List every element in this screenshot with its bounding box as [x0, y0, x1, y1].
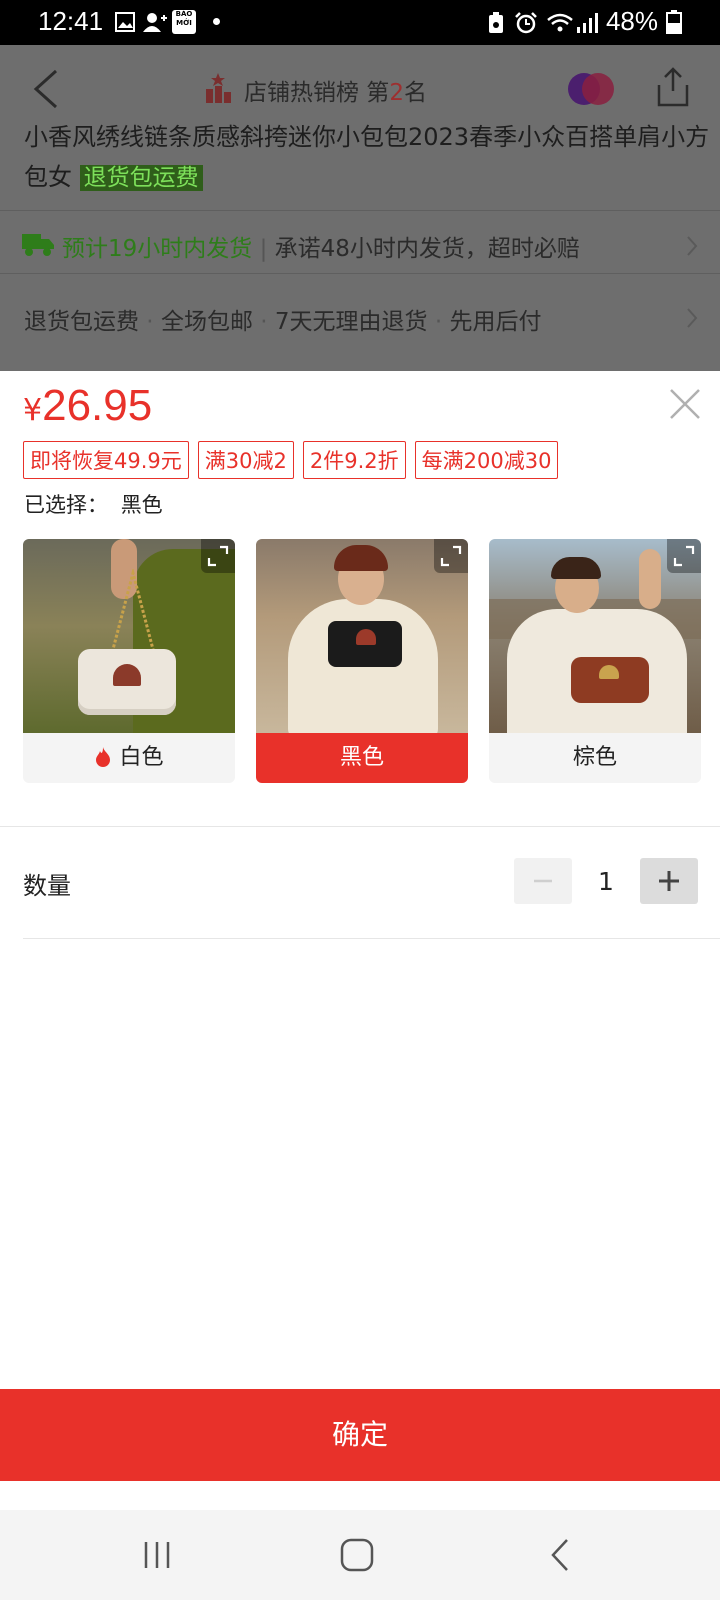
increase-button[interactable] — [640, 858, 698, 904]
variant-label-text: 棕色 — [572, 745, 617, 770]
chain-strap — [109, 569, 157, 658]
shipping-promise: 承诺48小时内发货，超时必赔 — [274, 236, 580, 262]
expand-icon[interactable] — [667, 539, 701, 573]
perk-item: 退货包运费 — [24, 309, 139, 335]
variant-photo-brown — [489, 539, 701, 733]
back-arrow-icon[interactable] — [32, 69, 60, 109]
variant-label: 棕色 — [489, 733, 701, 783]
variant-photo-black — [256, 539, 468, 733]
coupon-tag: 即将恢复49.9元 — [23, 441, 189, 479]
expand-icon[interactable] — [201, 539, 235, 573]
variant-label-text: 黑色 — [339, 745, 384, 770]
divider — [0, 210, 720, 211]
image-icon — [115, 12, 135, 32]
brand-logo-icon — [568, 73, 614, 105]
variant-white[interactable]: 白色 — [23, 539, 235, 783]
battery-icon — [666, 10, 682, 34]
recent-apps-icon[interactable] — [142, 1540, 172, 1570]
battery-percent: 48% — [605, 6, 658, 36]
quantity-value[interactable]: 1 — [572, 867, 640, 896]
selected-value: 黑色 — [120, 493, 163, 517]
quantity-label: 数量 — [23, 872, 71, 900]
return-shipping-tag: 退货包运费 — [79, 165, 203, 191]
alarm-icon — [515, 12, 537, 34]
quantity-stepper: 1 — [514, 858, 698, 904]
signal-icon — [577, 13, 598, 33]
baomoi-icon: BÁO MỚI — [172, 10, 196, 34]
coupon-tag: 满30减2 — [197, 441, 294, 479]
baomoi-text: BÁO MỚI — [175, 10, 193, 27]
wifi-icon — [547, 13, 573, 32]
ranking-icon — [206, 73, 231, 103]
back-icon[interactable] — [550, 1538, 570, 1572]
divider — [0, 273, 720, 274]
shipping-estimate: 预计19小时内发货 — [62, 236, 253, 262]
recycle-icon — [489, 12, 503, 33]
dot-icon — [213, 18, 220, 25]
expand-icon[interactable] — [434, 539, 468, 573]
hot-flame-icon — [96, 747, 111, 767]
perk-item: 7天无理由退货 — [274, 309, 428, 335]
selected-variant: 已选择： 黑色 — [24, 489, 163, 519]
chevron-right-icon — [687, 308, 698, 328]
selected-label: 已选择： — [24, 493, 108, 517]
rank-suffix: 名 — [403, 80, 427, 106]
minus-icon — [534, 879, 552, 883]
background-product-page[interactable]: 店铺热销榜 第2名 小香风绣线链条质感斜挎迷你小包包2023春季小众百搭单肩小方… — [0, 45, 720, 371]
store-rank[interactable]: 店铺热销榜 第2名 — [244, 73, 427, 107]
chevron-right-icon — [687, 236, 698, 256]
share-icon[interactable] — [655, 67, 691, 107]
truck-icon — [22, 234, 54, 256]
confirm-button[interactable]: 确定 — [0, 1389, 720, 1481]
close-icon[interactable] — [668, 387, 702, 421]
add-person-icon — [143, 13, 167, 32]
variant-label: 白色 — [23, 733, 235, 783]
coupon-tag: 2件9.2折 — [302, 441, 406, 479]
plus-icon — [659, 871, 679, 891]
variant-label-text: 白色 — [119, 745, 164, 770]
perk-item: 全场包邮 — [160, 309, 253, 335]
decrease-button[interactable] — [514, 858, 572, 904]
price-value: 26.95 — [42, 381, 153, 430]
status-time: 12:41 — [38, 6, 104, 36]
perk-item: 先用后付 — [449, 309, 542, 335]
service-perks[interactable]: 退货包运费 · 全场包邮 · 7天无理由退货 · 先用后付 — [24, 302, 541, 336]
sku-selector-sheet: ¥26.95 即将恢复49.9元 满30减2 2件9.2折 每满200减30 已… — [0, 371, 720, 1600]
status-bar: 12:41 BÁO MỚI 48% — [0, 0, 720, 45]
currency-symbol: ¥ — [23, 393, 43, 428]
shipping-info[interactable]: 预计19小时内发货 | 承诺48小时内发货，超时必赔 — [62, 229, 580, 263]
variant-brown[interactable]: 棕色 — [489, 539, 701, 783]
variant-photo-white — [23, 539, 235, 733]
variant-options: 白色 黑色 棕色 — [23, 539, 701, 783]
product-title: 小香风绣线链条质感斜挎迷你小包包2023春季小众百搭单肩小方包女 退货包运费 — [24, 117, 714, 198]
system-nav-bar — [0, 1510, 720, 1600]
rank-number: 2 — [389, 80, 404, 106]
coupon-list: 即将恢复49.9元 满30减2 2件9.2折 每满200减30 — [23, 441, 559, 479]
rank-prefix: 店铺热销榜 第 — [244, 80, 390, 106]
divider — [23, 938, 720, 939]
home-icon[interactable] — [340, 1538, 374, 1572]
divider — [0, 826, 720, 827]
variant-label: 黑色 — [256, 733, 468, 783]
coupon-tag: 每满200减30 — [414, 441, 559, 479]
variant-black[interactable]: 黑色 — [256, 539, 468, 783]
price: ¥26.95 — [23, 381, 152, 431]
